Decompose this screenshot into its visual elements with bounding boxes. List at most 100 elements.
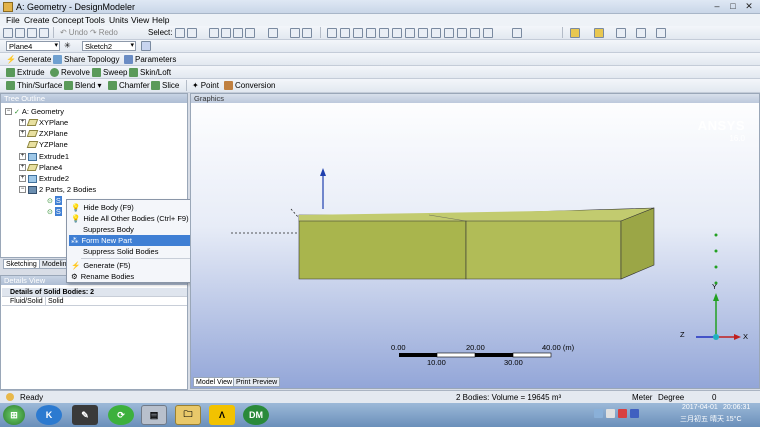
taskbar-app-ansys[interactable]: Λ (209, 405, 235, 425)
select-all-icon[interactable] (245, 28, 255, 38)
generate-button[interactable]: ⚡ Generate (6, 55, 51, 64)
tree-node-extrude1[interactable]: + Extrude1 (19, 152, 69, 161)
revolve-button[interactable]: Revolve (50, 68, 90, 77)
collapse-icon[interactable]: − (19, 186, 26, 193)
menu-tools[interactable]: Tools (85, 15, 105, 25)
select-edge-icon[interactable] (209, 28, 219, 38)
slice-button[interactable]: Slice (151, 81, 179, 90)
expand-icon[interactable]: + (19, 164, 26, 171)
tab-sketching[interactable]: Sketching (3, 259, 40, 269)
select-body-icon[interactable] (233, 28, 243, 38)
display-style-icon[interactable] (570, 28, 580, 38)
tree-node-xyplane[interactable]: + XYPlane (19, 118, 68, 127)
volume-icon[interactable] (606, 409, 615, 418)
expand-icon[interactable]: + (19, 175, 26, 182)
tree-node-solid-1[interactable]: ⊙ S (47, 196, 62, 205)
previous-view-icon[interactable] (431, 28, 441, 38)
menu-item-suppress-body[interactable]: Suppress Body (69, 224, 200, 235)
isometric-view-icon[interactable] (457, 28, 467, 38)
taskbar-app-window[interactable]: ▤ (141, 405, 167, 425)
zoom-in-icon[interactable] (379, 28, 389, 38)
tree-node-extrude2[interactable]: + Extrude2 (19, 174, 69, 183)
save-icon[interactable] (15, 28, 25, 38)
point-button[interactable]: ✦ Point (192, 81, 219, 90)
collapse-icon[interactable]: − (5, 108, 12, 115)
menu-file[interactable]: File (6, 15, 20, 25)
wireframe-icon[interactable] (636, 28, 646, 38)
chamfer-button[interactable]: Chamfer (108, 81, 150, 90)
edge-display-icon[interactable] (616, 28, 626, 38)
next-view-icon[interactable] (444, 28, 454, 38)
tab-model-view[interactable]: Model View (193, 377, 236, 387)
details-value[interactable]: Solid (46, 297, 187, 306)
input-method-icon[interactable] (630, 409, 639, 418)
menu-create[interactable]: Create (24, 15, 50, 25)
pan-icon[interactable] (340, 28, 350, 38)
expand-icon[interactable]: + (19, 119, 26, 126)
redo-button[interactable]: ↷ Redo (90, 28, 118, 37)
select-filter-icon[interactable] (290, 28, 300, 38)
body-color-icon[interactable] (594, 28, 604, 38)
export-icon[interactable] (27, 28, 37, 38)
zoom-box-icon[interactable] (366, 28, 376, 38)
menu-view[interactable]: View (131, 15, 149, 25)
tab-print-preview[interactable]: Print Preview (233, 377, 281, 387)
new-sketch-icon[interactable] (141, 41, 151, 51)
start-button[interactable]: ⊞ (3, 405, 25, 425)
tree-node-zxplane[interactable]: + ZXPlane (19, 129, 68, 138)
close-button[interactable]: ✕ (742, 1, 756, 12)
taskbar-app-k[interactable]: K (36, 405, 62, 425)
select-face-icon[interactable] (221, 28, 231, 38)
menu-item-hide-body[interactable]: 💡 Hide Body (F9) (69, 202, 200, 213)
body-front-face-1[interactable] (298, 220, 467, 280)
plane-select[interactable]: Plane4 (6, 41, 60, 51)
screenshot-icon[interactable] (39, 28, 49, 38)
extend-selection-icon[interactable] (268, 28, 278, 38)
tree-node-solid-2[interactable]: ⊙ S (47, 207, 62, 216)
display-mode-icon[interactable] (470, 28, 480, 38)
menu-item-rename-bodies[interactable]: ⚙ Rename Bodies (69, 271, 200, 282)
line-tool-icon[interactable] (656, 28, 666, 38)
menu-item-form-new-part[interactable]: ⁂ Form New Part (69, 235, 200, 246)
menu-item-suppress-solids[interactable]: Suppress Solid Bodies (69, 246, 200, 257)
taskbar-app-folder[interactable]: 🗀 (175, 405, 201, 425)
menu-concept[interactable]: Concept (52, 15, 84, 25)
undo-button[interactable]: ↶ Undo (60, 28, 88, 37)
menu-help[interactable]: Help (152, 15, 169, 25)
thin-surface-button[interactable]: Thin/Surface (6, 81, 62, 90)
graphics-viewport[interactable]: Graphics ANSYS 16.0 0.00 20.00 40.00 (m)… (190, 93, 760, 389)
zoom-fit-icon[interactable] (405, 28, 415, 38)
taskbar-app-dm[interactable]: DM (243, 405, 269, 425)
rotate-icon[interactable] (327, 28, 337, 38)
menu-item-generate[interactable]: ⚡ Generate (F5) (69, 260, 200, 271)
taskbar-app-refresh[interactable]: ⟳ (108, 405, 134, 425)
sweep-button[interactable]: Sweep (92, 68, 127, 77)
menu-item-hide-others[interactable]: 💡 Hide All Other Bodies (Ctrl+ F9) (69, 213, 200, 224)
skin-loft-button[interactable]: Skin/Loft (129, 68, 171, 77)
select-mode-icon[interactable] (175, 28, 185, 38)
zoom-icon[interactable] (353, 28, 363, 38)
taskbar-app-pen[interactable]: ✎ (72, 405, 98, 425)
select-lines-icon[interactable] (302, 28, 312, 38)
expand-icon[interactable]: + (19, 130, 26, 137)
expand-icon[interactable]: + (19, 153, 26, 160)
magnifier-icon[interactable] (418, 28, 428, 38)
body-front-face-2[interactable] (465, 220, 622, 280)
tree-node-yzplane[interactable]: YZPlane (26, 140, 68, 149)
new-icon[interactable] (3, 28, 13, 38)
select-point-icon[interactable] (187, 28, 197, 38)
sketch-select[interactable]: Sketch2 (82, 41, 136, 51)
parameters-button[interactable]: Parameters (124, 55, 176, 64)
tree-node-geometry[interactable]: − ✓ A: Geometry (5, 107, 64, 116)
security-icon[interactable] (618, 409, 627, 418)
tree-node-plane4[interactable]: + Plane4 (19, 163, 62, 172)
maximize-button[interactable]: □ (726, 1, 740, 12)
plane-axis-icon[interactable]: ✳ (64, 41, 71, 50)
zoom-out-icon[interactable] (392, 28, 402, 38)
share-topology-button[interactable]: Share Topology (53, 55, 119, 64)
display-plane-icon[interactable] (512, 28, 522, 38)
tree-node-parts-bodies[interactable]: −2 Parts, 2 Bodies (19, 185, 96, 194)
network-icon[interactable] (594, 409, 603, 418)
extrude-button[interactable]: Extrude (6, 68, 45, 77)
conversion-button[interactable]: Conversion (224, 81, 275, 90)
